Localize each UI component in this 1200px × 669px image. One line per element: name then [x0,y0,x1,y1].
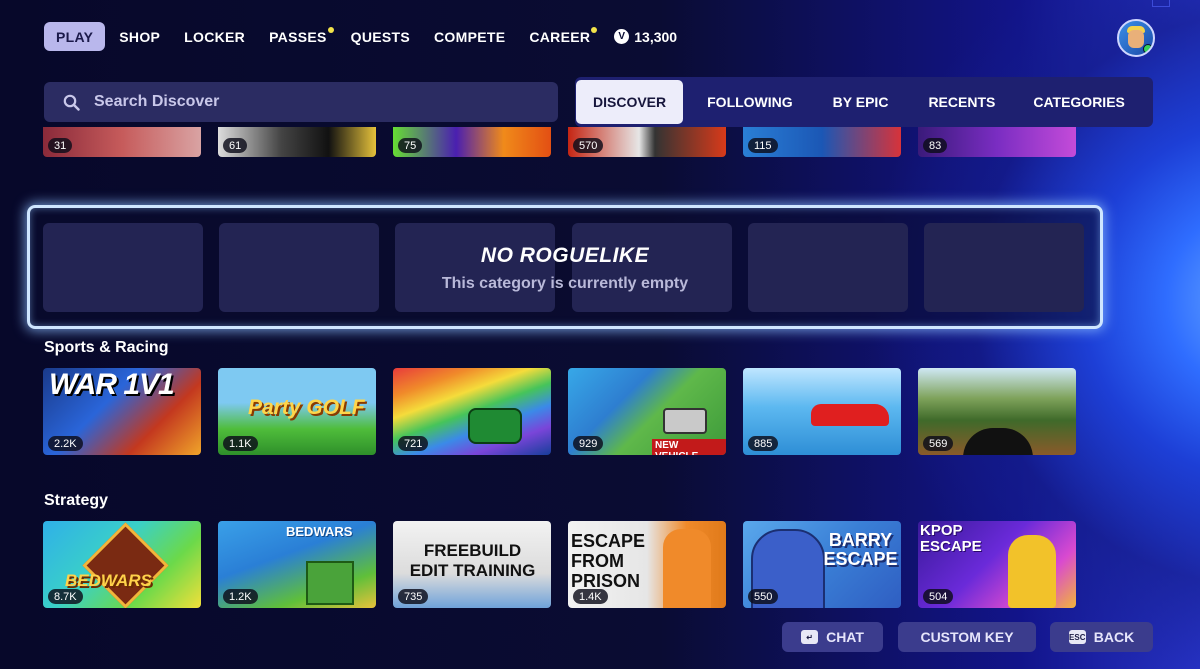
nav-compete-label: COMPETE [434,28,506,45]
top-nav: PLAY SHOP LOCKER PASSES QUESTS COMPETE C… [44,22,677,51]
nav-career-label: CAREER [529,28,591,45]
player-count: 31 [48,138,73,153]
window-control-icon [1152,0,1170,7]
nav-passes-label: PASSES [269,28,327,45]
prisoner-art [663,529,711,608]
island-tile[interactable]: WAR 1V1 2.2K [43,368,201,455]
vbucks-balance[interactable]: V 13,300 [614,29,677,45]
island-tile[interactable]: 721 [393,368,551,455]
enter-key-icon: ↵ [801,630,819,644]
singer-art [1008,535,1056,608]
player-count: 550 [748,589,779,604]
search-bar[interactable] [44,82,558,122]
player-count: 929 [573,436,604,451]
discover-tabs: DISCOVER FOLLOWING BY EPIC RECENTS CATEG… [575,77,1153,127]
notification-dot [327,27,334,33]
back-button-label: BACK [1093,629,1135,645]
player-count: 83 [923,138,948,153]
vbucks-icon: V [614,29,630,44]
nav-career[interactable]: CAREER [529,22,598,51]
tile-art-title: Party GOLF [248,396,365,419]
player-count: 8.7K [48,589,83,604]
player-count: 2.2K [48,436,83,451]
island-tile[interactable]: BEDWARS 8.7K [43,521,201,608]
player-count: 735 [398,589,429,604]
island-tile[interactable]: ESCAPE FROM PRISON 1.4K [568,521,726,608]
player-avatar[interactable] [1117,19,1155,57]
player-count: 1.4K [573,589,608,604]
tile-art-title: WAR 1V1 [49,368,175,401]
vbucks-amount: 13,300 [634,28,678,45]
nav-locker[interactable]: LOCKER [184,22,245,51]
nav-play[interactable]: PLAY [44,22,106,51]
player-count: 75 [398,138,423,153]
island-tile[interactable]: KPOP ESCAPE 504 [918,521,1076,608]
nav-compete[interactable]: COMPETE [434,22,505,51]
chat-button-label: CHAT [826,629,864,645]
section-title-sports-racing: Sports & Racing [44,339,169,356]
island-tile[interactable]: BEDWARS 1.2K [218,521,376,608]
island-tile[interactable]: FREEBUILD EDIT TRAINING 735 [393,521,551,608]
player-count: 885 [748,436,779,451]
player-count: 721 [398,436,429,451]
tile-art-title: ESCAPE FROM PRISON [571,531,646,591]
custom-key-button-label: CUSTOM KEY [920,629,1014,645]
tile-art-title: BARRY ESCAPE [823,530,898,569]
back-button[interactable]: ESC BACK [1050,622,1153,652]
tile-art-title: BEDWARS [65,571,152,590]
notification-dot [591,27,598,33]
tile-art-title: FREEBUILD EDIT TRAINING [409,541,536,580]
tile-art-title: KPOP ESCAPE [920,522,982,555]
nav-passes[interactable]: PASSES [269,22,334,51]
island-tile[interactable]: NEW VEHICLE 929 [568,368,726,455]
racing-car-art [468,408,522,444]
nav-play-label: PLAY [56,28,94,45]
player-count: 569 [923,436,954,451]
empty-category-title: NO ROGUELIKE [480,244,650,267]
player-count: 61 [223,138,248,153]
chat-button[interactable]: ↵ CHAT [782,622,883,652]
avatar-face [1128,30,1144,48]
island-tile[interactable]: BARRY ESCAPE 550 [743,521,901,608]
online-status-icon [1143,44,1153,54]
tile-art-title: NEW VEHICLE [652,439,726,455]
nav-quests[interactable]: QUESTS [351,22,410,51]
island-tile[interactable]: 83 [918,127,1076,157]
nav-shop[interactable]: SHOP [119,22,160,51]
tile-art-title: BEDWARS [286,524,353,539]
island-tile[interactable]: 31 [43,127,201,157]
tab-discover[interactable]: DISCOVER [576,80,684,124]
custom-key-button[interactable]: CUSTOM KEY [898,622,1036,652]
bedwars-emblem-art [82,522,169,608]
island-tile[interactable]: 61 [218,127,376,157]
search-input[interactable] [92,92,536,112]
player-count: 1.2K [223,589,258,604]
island-tile[interactable]: Party GOLF 1.1K [218,368,376,455]
player-count: 504 [923,589,954,604]
island-tile[interactable]: 115 [743,127,901,157]
tab-following[interactable]: FOLLOWING [690,80,810,124]
island-tile[interactable]: 75 [393,127,551,157]
player-count: 570 [573,138,604,153]
tab-recents[interactable]: RECENTS [911,80,1012,124]
sports-car-art [811,404,889,426]
nav-locker-label: LOCKER [184,28,246,45]
tab-by-epic[interactable]: BY EPIC [816,80,906,124]
nav-shop-label: SHOP [119,28,161,45]
crate-art [306,561,354,605]
vehicle-art [663,408,707,434]
search-icon [63,94,80,111]
tab-categories[interactable]: CATEGORIES [1016,80,1142,124]
empty-category-subtitle: This category is currently empty [441,275,689,292]
nav-quests-label: QUESTS [350,28,411,45]
empty-category-row: NO ROGUELIKE This category is currently … [27,205,1103,329]
island-tile[interactable]: 569 [918,368,1076,455]
player-count: 115 [748,138,778,153]
island-tile[interactable]: 570 [568,127,726,157]
player-count: 1.1K [223,436,258,451]
esc-key-icon: ESC [1068,630,1086,644]
motorbike-art [963,428,1033,455]
section-title-strategy: Strategy [44,492,109,509]
island-tile[interactable]: 885 [743,368,901,455]
